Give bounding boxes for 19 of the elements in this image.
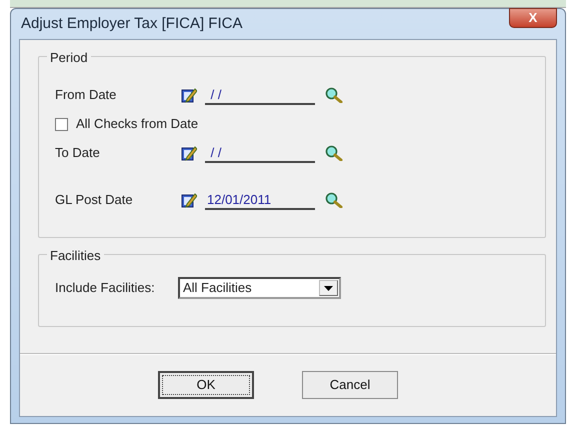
search-icon[interactable]	[325, 87, 343, 103]
edit-icon[interactable]	[181, 87, 197, 103]
field-label: Include Facilities:	[55, 279, 156, 298]
date-field[interactable]: 12/01/2011	[205, 190, 315, 210]
date-field[interactable]: / /	[205, 143, 315, 163]
cancel-button[interactable]: Cancel	[302, 371, 398, 399]
checkbox[interactable]	[55, 118, 68, 130]
field-label: GL Post Date	[55, 191, 134, 210]
search-icon[interactable]	[325, 145, 343, 161]
checkbox-label: All Checks from Date	[76, 115, 198, 134]
field-label: To Date	[55, 144, 101, 162]
date-field[interactable]: / /	[205, 85, 315, 105]
ok-button[interactable]: OK	[158, 371, 254, 399]
edit-icon[interactable]	[181, 192, 197, 208]
facilities-dropdown[interactable]: All Facilities	[178, 277, 341, 299]
field-label: From Date	[55, 86, 118, 104]
edit-icon[interactable]	[181, 145, 197, 161]
search-icon[interactable]	[325, 192, 343, 208]
window-title: Adjust Employer Tax [FICA] FICA	[20, 14, 242, 34]
